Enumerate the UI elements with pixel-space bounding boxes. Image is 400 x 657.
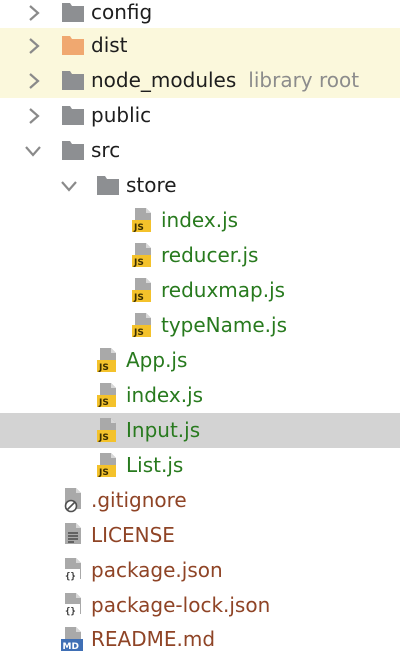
tree-item-config[interactable]: config [0, 0, 400, 30]
tree-item-label: .gitignore [91, 488, 187, 512]
tree-item-public[interactable]: public [0, 98, 400, 133]
tree-item-label: README.md [91, 627, 216, 651]
svg-text:JS: JS [98, 363, 109, 373]
svg-text:JS: JS [133, 328, 144, 338]
tree-item-list-js[interactable]: JS List.js [0, 448, 400, 483]
tree-item-typename-js[interactable]: JS typeName.js [0, 308, 400, 343]
gitignore-file-icon [61, 487, 85, 513]
tree-item-gitignore[interactable]: .gitignore [0, 483, 400, 518]
folder-icon [96, 173, 120, 199]
chevron-right-icon[interactable] [24, 106, 44, 126]
tree-item-label: public [91, 103, 152, 127]
svg-text:JS: JS [98, 468, 109, 478]
tree-item-reduxmap-js[interactable]: JS reduxmap.js [0, 273, 400, 308]
tree-item-label: dist [91, 33, 128, 57]
svg-text:{}: {} [65, 607, 76, 617]
tree-item-label: App.js [126, 348, 188, 372]
svg-text:JS: JS [133, 293, 144, 303]
tree-item-package-json[interactable]: {} package.json [0, 553, 400, 588]
tree-item-dist[interactable]: dist [0, 28, 400, 63]
js-file-icon: JS [96, 347, 120, 373]
chevron-right-icon[interactable] [24, 71, 44, 91]
excluded-folder-icon [61, 33, 85, 59]
tree-item-label: LICENSE [91, 523, 175, 547]
js-file-icon: JS [96, 417, 120, 443]
folder-icon [61, 103, 85, 129]
tree-item-label: reduxmap.js [161, 278, 286, 302]
svg-text:JS: JS [98, 398, 109, 408]
tree-item-label: index.js [126, 383, 204, 407]
folder-icon [61, 138, 85, 164]
tree-item-label: reducer.js [161, 243, 259, 267]
folder-name: node_modules [91, 68, 237, 92]
svg-text:JS: JS [98, 433, 109, 443]
chevron-right-icon[interactable] [24, 36, 44, 56]
folder-icon [61, 0, 85, 26]
json-file-icon: {} [61, 592, 85, 618]
tree-item-app-js[interactable]: JS App.js [0, 343, 400, 378]
library-root-hint: library root [248, 68, 360, 92]
js-file-icon: JS [131, 277, 155, 303]
tree-item-label: List.js [126, 453, 184, 477]
tree-item-label: package-lock.json [91, 593, 271, 617]
tree-item-node-modules[interactable]: node_modules library root [0, 63, 400, 98]
tree-item-src-index-js[interactable]: JS index.js [0, 378, 400, 413]
folder-icon [61, 68, 85, 94]
tree-item-package-lock-json[interactable]: {} package-lock.json [0, 588, 400, 623]
tree-item-store-index-js[interactable]: JS index.js [0, 203, 400, 238]
js-file-icon: JS [96, 382, 120, 408]
text-file-icon [61, 522, 85, 548]
tree-item-label: package.json [91, 558, 223, 582]
markdown-file-icon: MD [61, 626, 85, 652]
tree-item-label: node_modules library root [91, 63, 359, 98]
js-file-icon: JS [131, 242, 155, 268]
tree-item-input-js[interactable]: JS Input.js [0, 413, 400, 448]
js-file-icon: JS [131, 312, 155, 338]
chevron-down-icon[interactable] [23, 141, 43, 161]
tree-item-reducer-js[interactable]: JS reducer.js [0, 238, 400, 273]
md-badge: MD [63, 642, 79, 652]
js-file-icon: JS [96, 452, 120, 478]
js-file-icon: JS [131, 207, 155, 233]
svg-text:{}: {} [65, 572, 76, 582]
tree-item-label: Input.js [126, 418, 201, 442]
tree-item-label: index.js [161, 208, 239, 232]
svg-text:JS: JS [133, 223, 144, 233]
tree-item-readme-md[interactable]: MD README.md [0, 622, 400, 657]
json-file-icon: {} [61, 557, 85, 583]
tree-item-label: store [126, 173, 177, 197]
tree-item-src[interactable]: src [0, 133, 400, 168]
tree-item-store[interactable]: store [0, 168, 400, 203]
svg-text:JS: JS [133, 258, 144, 268]
chevron-down-icon[interactable] [59, 176, 79, 196]
tree-item-label: config [91, 0, 153, 24]
tree-item-label: typeName.js [161, 313, 288, 337]
project-tree: config dist node_modules library root pub… [0, 0, 400, 657]
tree-item-license[interactable]: LICENSE [0, 518, 400, 553]
chevron-right-icon[interactable] [24, 3, 44, 23]
tree-item-label: src [91, 138, 121, 162]
